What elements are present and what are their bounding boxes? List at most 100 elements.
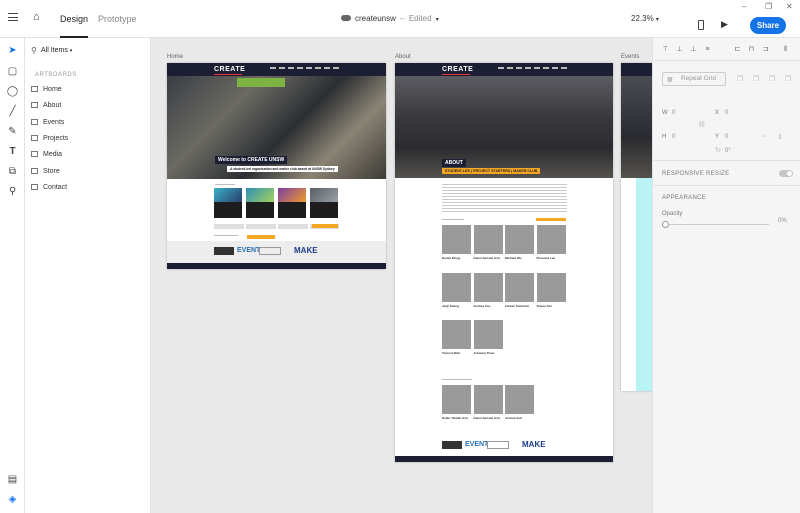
align-bottom-icon[interactable]: ⊥ (689, 45, 698, 54)
assets-icon[interactable]: ▤ (4, 473, 21, 487)
home-icon[interactable]: ⌂ (33, 11, 40, 23)
opacity-field[interactable]: 0% (778, 218, 787, 224)
team-photo-thumb (442, 385, 471, 414)
event-card (214, 188, 242, 218)
boolean-exclude-icon[interactable]: ❐ (785, 75, 791, 83)
team-member-name: Dylan Samuel Goh (473, 416, 501, 420)
layer-item-contact[interactable]: Contact (31, 181, 145, 195)
artboard-home[interactable]: CREATE Welcome to CREATE UNSW A student-… (167, 63, 386, 269)
responsive-resize-toggle[interactable] (779, 170, 793, 177)
document-title[interactable]: createunsw – Edited ▾ (355, 0, 439, 39)
grid-icon: ▦ (667, 77, 673, 83)
layer-item-events[interactable]: Events (31, 116, 145, 130)
site-footer (167, 263, 386, 269)
team-member-name: Dylan Yikwah Goh (442, 416, 469, 420)
layers-filter[interactable]: All Items ▾ (41, 47, 72, 54)
width-field[interactable]: 0 (672, 110, 675, 116)
layer-item-about[interactable]: About (31, 99, 145, 113)
lock-aspect-icon[interactable]: ⛓ (698, 121, 706, 128)
layer-item-label: Events (43, 118, 65, 126)
rotation-field[interactable]: 0° (725, 148, 731, 154)
opacity-slider[interactable] (665, 224, 769, 225)
text-icon[interactable]: T (4, 145, 21, 159)
team-member-name: Johanna Thew (473, 351, 495, 355)
partner-logo (442, 441, 462, 449)
text-line (215, 184, 235, 185)
boolean-intersect-icon[interactable]: ❐ (769, 75, 775, 83)
team-member-name: Vincent Wail (442, 351, 460, 355)
team-photo-thumb (473, 385, 503, 414)
chevron-down-icon: ▾ (435, 17, 439, 23)
flip-vertical-icon[interactable]: ⇕ (777, 133, 783, 141)
artboard-about[interactable]: CREATE ABOUT STUDENT-LED | PROJECT START… (395, 63, 613, 462)
team-photo-thumb (473, 225, 503, 254)
zoom-level[interactable]: 22.3% ▾ (631, 0, 659, 39)
artboard-icon (31, 135, 38, 142)
logo-underline (214, 74, 242, 75)
align-left-icon[interactable]: ⊏ (733, 45, 742, 54)
select-icon[interactable]: ➤ (4, 44, 21, 58)
x-field[interactable]: 0 (725, 110, 728, 116)
layer-item-label: Projects (43, 134, 69, 142)
team-photo-thumb (442, 273, 471, 302)
close-icon[interactable]: ✕ (786, 0, 793, 14)
hero-title: Welcome to CREATE UNSW (215, 156, 288, 164)
responsive-resize-label: RESPONSIVE RESIZE (662, 171, 730, 177)
artboard-label-events[interactable]: Events (621, 54, 639, 60)
align-right-icon[interactable]: ⊐ (761, 45, 770, 54)
minimize-icon[interactable]: – (742, 0, 746, 14)
text-line (442, 379, 472, 380)
layer-item-media[interactable]: Media (31, 148, 145, 162)
align-top-icon[interactable]: ⊤ (661, 45, 670, 54)
layer-item-label: Media (43, 151, 63, 159)
team-photo-thumb (536, 273, 566, 302)
search-icon[interactable]: ⚲ (31, 46, 37, 55)
site-nav: CREATE (395, 63, 613, 76)
layer-item-label: Contact (43, 183, 68, 191)
tab-design[interactable]: Design (60, 0, 89, 38)
distribute-horizontal-icon[interactable]: ⦀ (781, 45, 790, 54)
layer-item-label: Home (43, 86, 62, 93)
maximize-icon[interactable]: ❐ (765, 0, 772, 14)
line-icon[interactable]: ╱ (4, 105, 21, 119)
align-middle-icon[interactable]: ⊥ (675, 45, 684, 54)
canvas[interactable]: Home About Events CREATE Welcome to CREA… (151, 38, 652, 513)
tool-bar: ➤ ▢ ◯ ╱ ✎ T ⧉ ⚲ ▤ ◈ (0, 38, 25, 513)
partner-logo: MAKE (522, 440, 546, 449)
ellipse-icon[interactable]: ◯ (4, 85, 21, 99)
share-button[interactable]: Share (750, 17, 786, 34)
layer-item-label: About (43, 102, 62, 110)
align-center-icon[interactable]: ⊓ (747, 45, 756, 54)
artboard-events[interactable] (621, 63, 652, 391)
partner-logo (259, 247, 281, 255)
layers-icon[interactable]: ◈ (4, 493, 21, 507)
layers-panel: ⚲ All Items ▾ ARTBOARDS Home About Events P… (25, 38, 151, 513)
tab-prototype[interactable]: Prototype (98, 0, 137, 38)
flip-horizontal-icon[interactable]: ⇔ (761, 133, 768, 140)
zoom-icon[interactable]: ⚲ (4, 185, 21, 199)
rectangle-icon[interactable]: ▢ (4, 65, 21, 79)
play-icon[interactable]: ▶ (721, 19, 728, 30)
subscribe-button (312, 224, 338, 228)
site-logo: CREATE (214, 66, 246, 73)
opacity-slider-handle[interactable] (662, 221, 669, 228)
artboard-icon[interactable]: ⧉ (4, 165, 21, 179)
team-member-name: Taiyue Tan (536, 304, 552, 308)
device-preview-icon[interactable] (698, 20, 704, 30)
hamburger-menu-icon[interactable] (8, 13, 18, 21)
boolean-add-icon[interactable]: ❐ (737, 75, 743, 83)
layer-item-store[interactable]: Store (31, 165, 145, 179)
height-field[interactable]: 0 (672, 134, 675, 140)
layer-item-home[interactable]: Home (31, 83, 145, 97)
y-field[interactable]: 0 (725, 134, 728, 140)
layer-item-projects[interactable]: Projects (31, 132, 145, 146)
event-card (310, 188, 338, 218)
artboard-label-home[interactable]: Home (167, 54, 183, 60)
pen-icon[interactable]: ✎ (4, 125, 21, 139)
site-footer (395, 456, 613, 462)
rotate-icon[interactable]: ↻ (715, 146, 721, 154)
boolean-subtract-icon[interactable]: ❐ (753, 75, 759, 83)
about-paragraph (442, 184, 567, 212)
artboard-label-about[interactable]: About (395, 54, 411, 60)
distribute-vertical-icon[interactable]: ≡ (703, 45, 712, 54)
